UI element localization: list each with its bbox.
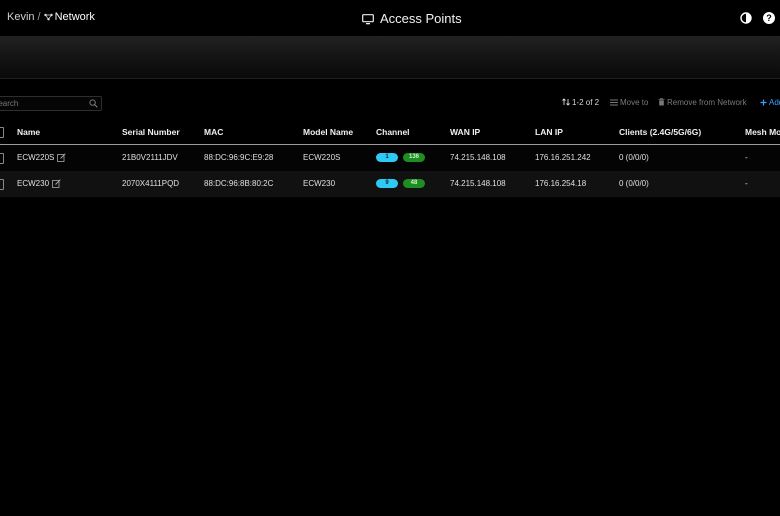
row-checkbox[interactable] [0,179,4,190]
cell-model: ECW220S [303,153,341,162]
help-icon[interactable]: ? [763,12,775,24]
cell-lan-ip: 176.16.254.18 [535,179,587,188]
page-title: Access Points [362,11,462,26]
breadcrumb: Kevin / Network [7,11,95,23]
breadcrumb-separator: / [37,11,41,23]
header-band [0,36,780,78]
col-header-channel[interactable]: Channel [376,127,410,137]
select-all-checkbox[interactable] [0,127,4,138]
cell-wan-ip: 74.215.148.108 [450,153,506,162]
cell-mac: 88:DC:96:8B:80:2C [204,179,274,188]
col-header-wan-ip[interactable]: WAN IP [450,127,480,137]
sort-icon [562,98,570,106]
pagination-count[interactable]: 1-2 of 2 [562,98,599,107]
divider [0,78,780,79]
cell-name[interactable]: ECW220S [17,153,54,162]
table-row[interactable]: ECW220S 21B0V2111JDV 88:DC:96:9C:E9:28 E… [0,145,780,171]
cell-clients: 0 (0/0/0) [619,179,649,188]
row-checkbox[interactable] [0,153,4,164]
col-header-serial[interactable]: Serial Number [122,127,180,137]
edit-icon[interactable] [52,179,61,188]
cell-serial: 2070X4111PQD [122,179,180,188]
cell-lan-ip: 176.16.251.242 [535,153,591,162]
cell-name[interactable]: ECW230 [17,179,49,188]
cell-clients: 0 (0/0/0) [619,153,649,162]
col-header-clients[interactable]: Clients (2.4G/5G/6G) [619,127,701,137]
list-icon [610,99,618,106]
theme-toggle-icon[interactable] [740,12,752,24]
cell-mesh-mode: - [745,179,748,188]
channel-5g-badge: 136 [403,153,425,162]
col-header-mesh-mode[interactable]: Mesh Mode [745,127,780,137]
col-header-mac[interactable]: MAC [204,127,223,137]
top-bar: Kevin / Network Access Points ? [0,0,780,36]
breadcrumb-network[interactable]: Network [43,11,95,23]
svg-text:?: ? [766,13,772,23]
edit-icon[interactable] [57,153,66,162]
network-icon [43,13,53,21]
breadcrumb-network-label: Network [54,11,95,23]
trash-icon [658,98,665,106]
col-header-name[interactable]: Name [17,127,40,137]
move-to-label: Move to [620,98,649,107]
channel-5g-badge: 48 [403,179,425,188]
cell-serial: 21B0V2111JDV [122,153,178,162]
page-title-text: Access Points [380,11,462,26]
search-box [0,96,102,111]
search-icon[interactable] [89,99,98,108]
cell-model: ECW230 [303,179,336,188]
channel-24g-badge: 9 [376,179,398,188]
table-row[interactable]: ECW230 2070X4111PQD 88:DC:96:8B:80:2C EC… [0,171,780,197]
cell-mesh-mode: - [745,153,748,162]
monitor-icon [362,14,374,25]
channel-24g-badge: 1 [376,153,398,162]
move-to-button[interactable]: Move to [610,98,648,107]
add-button[interactable]: Add [760,98,780,107]
col-header-model[interactable]: Model Name [303,127,353,137]
pagination-count-label: 1-2 of 2 [572,98,600,107]
add-label: Add [769,98,780,107]
cell-wan-ip: 74.215.148.108 [450,179,506,188]
plus-icon [760,99,767,106]
remove-label: Remove from Network [667,98,747,107]
col-header-lan-ip[interactable]: LAN IP [535,127,563,137]
remove-from-network-button[interactable]: Remove from Network [658,98,747,107]
cell-mac: 88:DC:96:9C:E9:28 [204,153,274,162]
search-input[interactable] [0,97,81,110]
breadcrumb-org[interactable]: Kevin [7,11,35,23]
